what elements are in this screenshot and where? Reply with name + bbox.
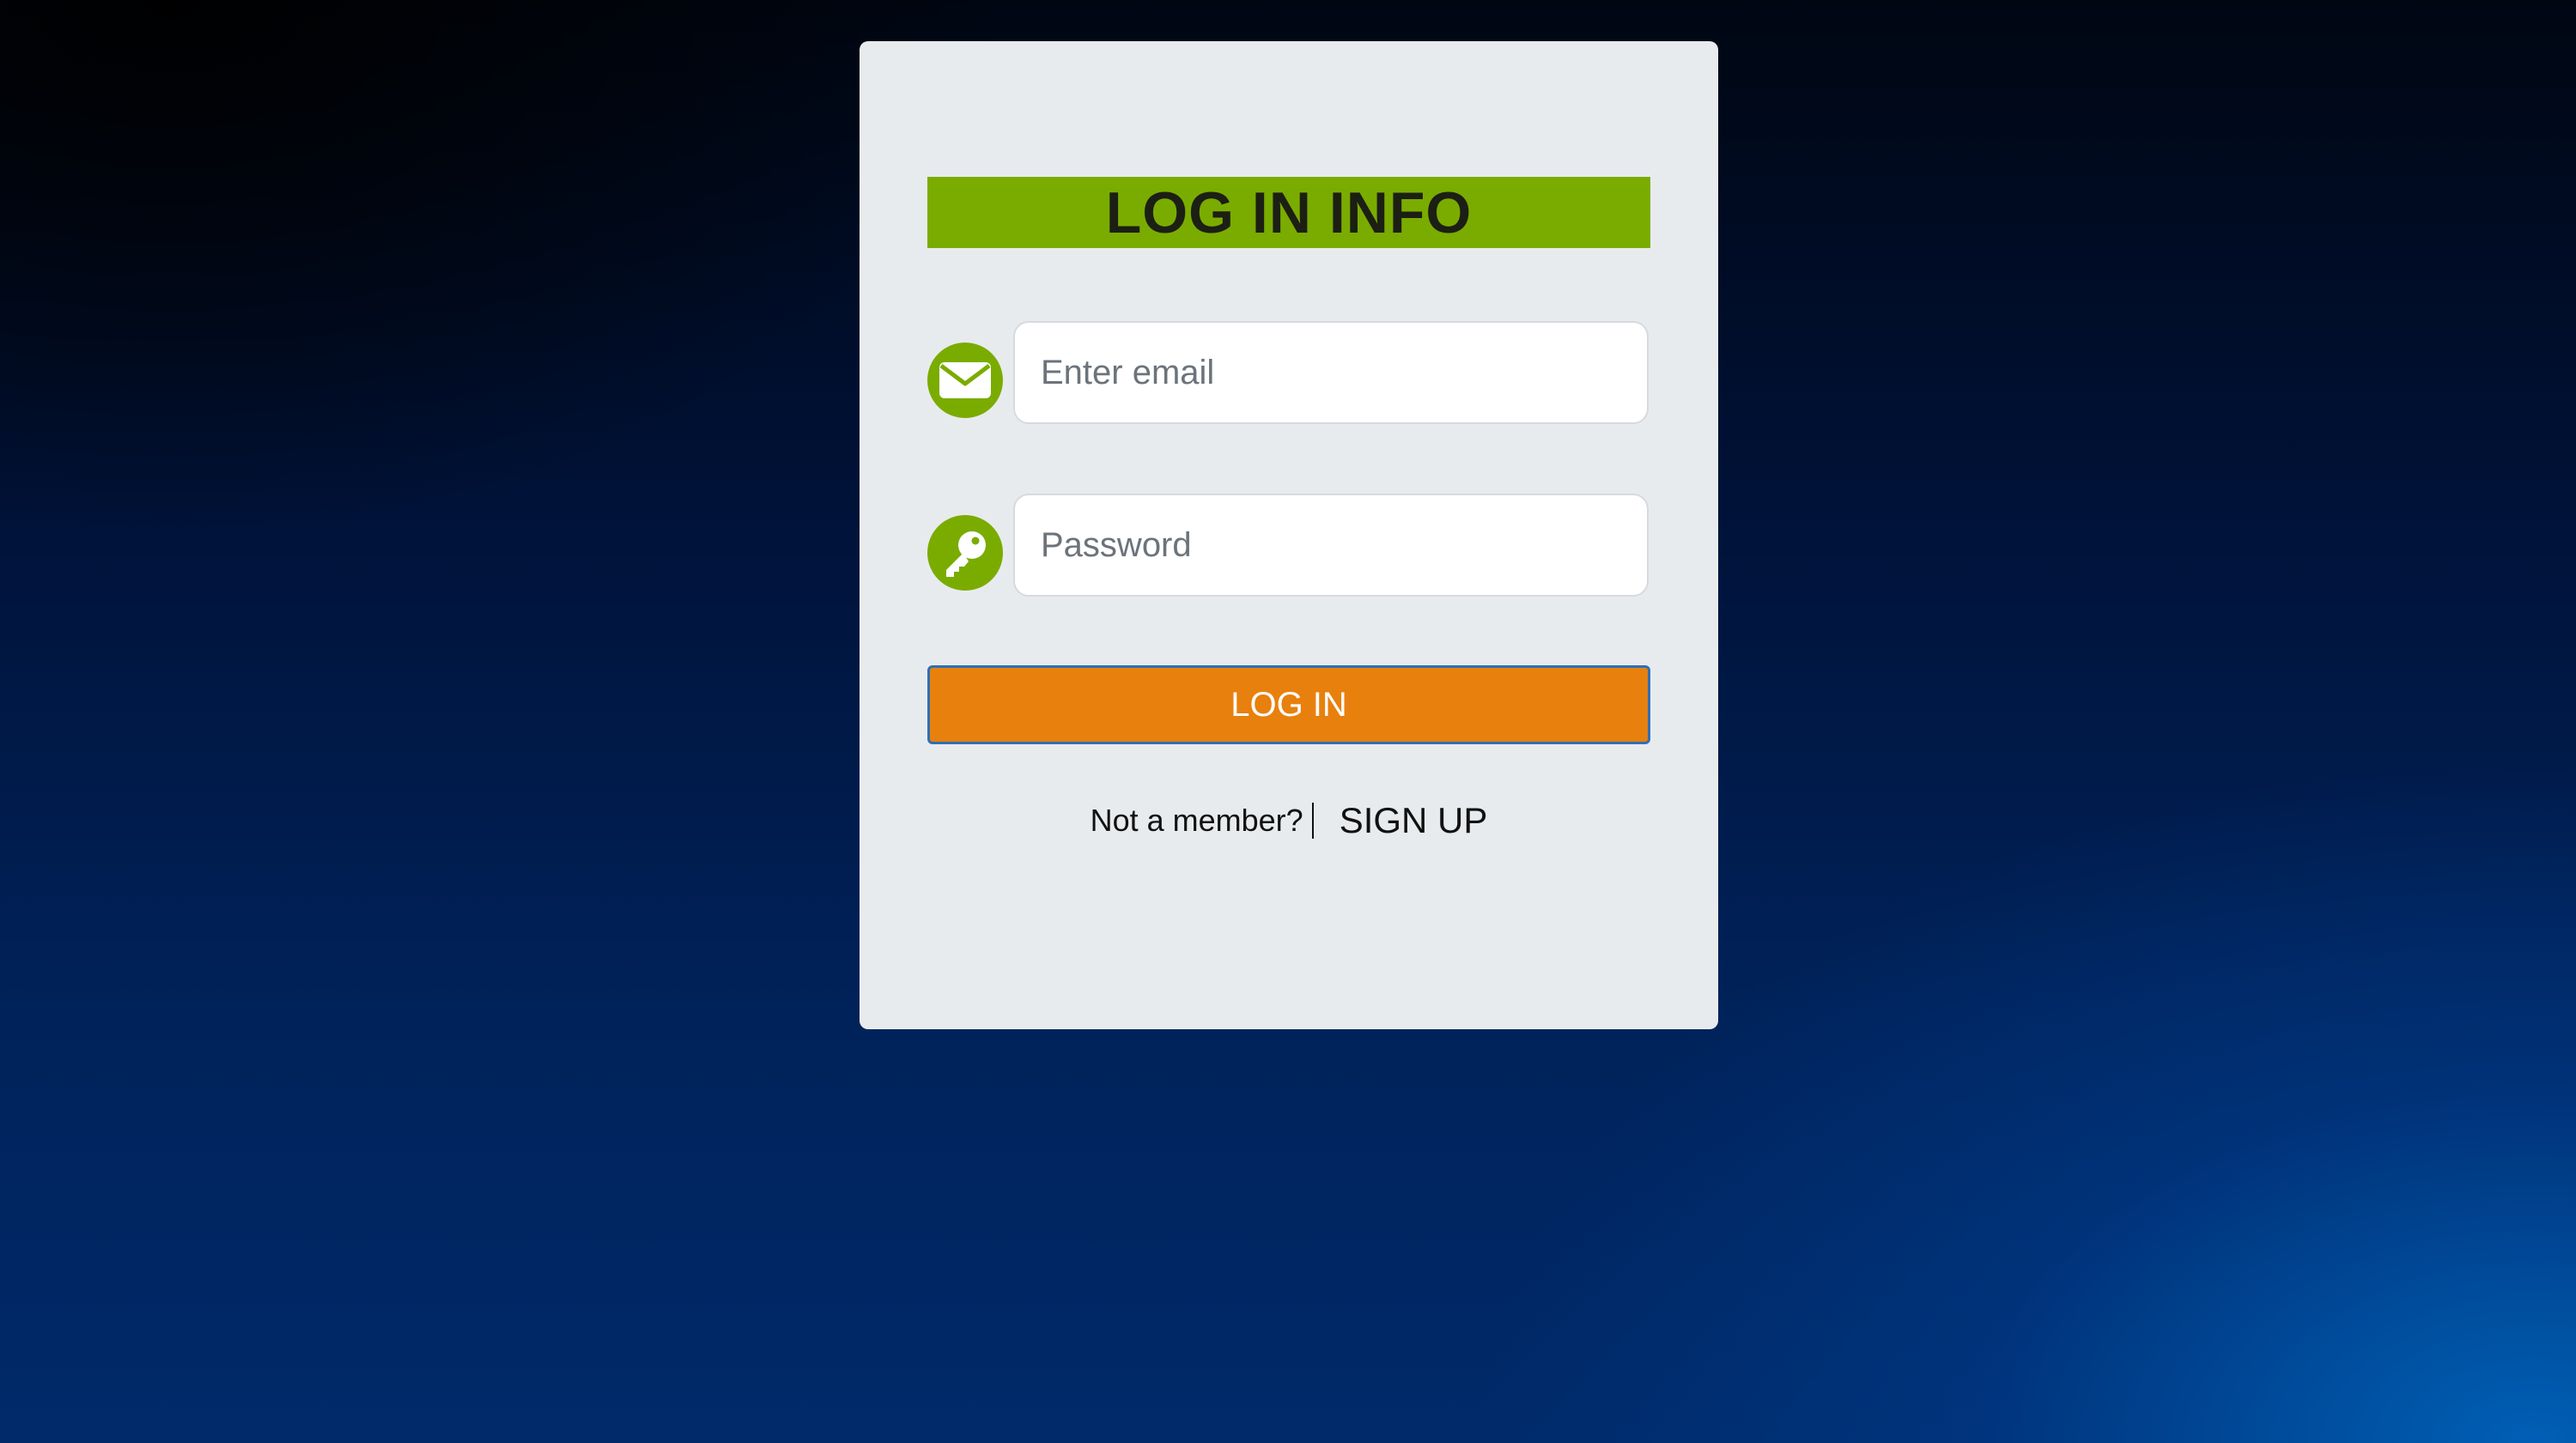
page-title: LOG IN INFO: [1105, 179, 1473, 246]
login-button[interactable]: LOG IN: [927, 665, 1650, 744]
password-row: [927, 494, 1650, 598]
divider: [1311, 803, 1314, 839]
signup-link[interactable]: SIGN UP: [1340, 800, 1488, 841]
email-row: [927, 321, 1650, 426]
key-icon: [927, 515, 1003, 591]
login-card: LOG IN INFO LOG IN Not a member? SIGN UP: [860, 41, 1718, 1029]
not-member-text: Not a member?: [1090, 803, 1303, 838]
title-banner: LOG IN INFO: [927, 177, 1650, 248]
signup-prompt: Not a member? SIGN UP: [860, 795, 1718, 846]
email-field[interactable]: [1013, 321, 1649, 424]
password-field[interactable]: [1013, 494, 1649, 597]
envelope-icon: [927, 343, 1003, 418]
